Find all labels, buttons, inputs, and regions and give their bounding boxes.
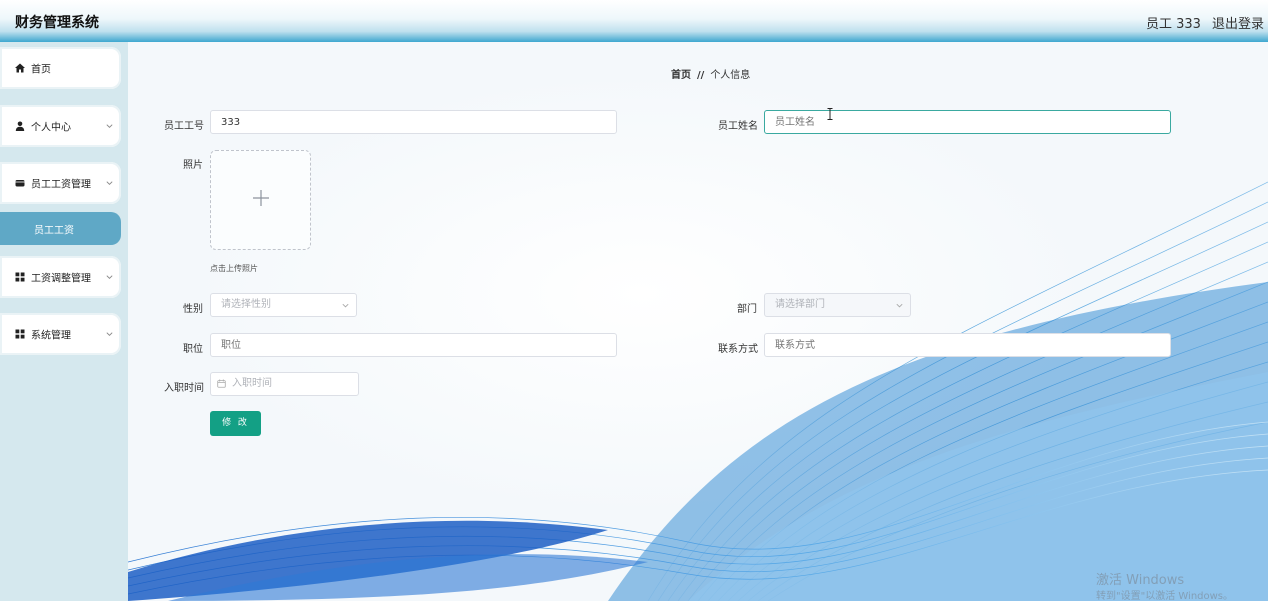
sidebar-item-label: 个人中心 — [31, 122, 71, 134]
photo-upload-tip: 点击上传照片 — [210, 264, 258, 273]
chevron-down-icon — [106, 275, 113, 279]
gender-select[interactable]: 请选择性别 — [210, 293, 357, 317]
calendar-icon — [217, 379, 226, 388]
sidebar: 首页 个人中心 员工工资管理 员工工资 工资调整管理 系统管理 — [0, 42, 128, 601]
sidebar-item-label: 首页 — [31, 64, 51, 76]
employee-name-input[interactable] — [764, 110, 1171, 134]
top-header: 财务管理系统 员工 333 退出登录 — [0, 0, 1268, 42]
text-cursor-icon — [827, 108, 833, 120]
contact-input[interactable] — [764, 333, 1171, 357]
chevron-down-icon — [896, 303, 903, 308]
windows-activation-watermark: 激活 Windows — [1096, 573, 1185, 588]
windows-activation-hint: 转到"设置"以激活 Windows。 — [1096, 591, 1234, 601]
sidebar-item-label: 员工工资管理 — [31, 179, 91, 191]
hire-date-picker[interactable]: 入职时间 — [210, 372, 359, 396]
wallet-icon — [15, 180, 25, 187]
sidebar-subitem-employee-salary[interactable]: 员工工资 — [0, 212, 121, 245]
sidebar-item-personal-center[interactable]: 个人中心 — [0, 105, 121, 147]
sidebar-item-label: 系统管理 — [31, 330, 71, 342]
chevron-down-icon — [342, 303, 349, 308]
position-label: 职位 — [183, 344, 203, 355]
sidebar-item-system-management[interactable]: 系统管理 — [0, 313, 121, 355]
employee-no-input[interactable] — [210, 110, 617, 134]
logout-link[interactable]: 退出登录 — [1212, 13, 1264, 32]
department-label: 部门 — [737, 304, 757, 315]
grid-icon — [15, 329, 25, 339]
sidebar-item-home[interactable]: 首页 — [0, 47, 121, 89]
plus-icon — [253, 190, 269, 206]
contact-label: 联系方式 — [718, 344, 758, 355]
sidebar-subitem-label: 员工工资 — [34, 225, 74, 236]
chevron-down-icon — [106, 332, 113, 336]
breadcrumb: 首页 // 个人信息 — [671, 66, 750, 81]
employee-name-label: 员工姓名 — [718, 121, 758, 132]
chevron-down-icon — [106, 181, 113, 185]
chevron-down-icon — [106, 124, 113, 128]
photo-upload[interactable] — [210, 150, 311, 250]
hire-date-label: 入职时间 — [164, 383, 204, 394]
home-icon — [15, 63, 25, 73]
sidebar-item-salary-adjustment[interactable]: 工资调整管理 — [0, 256, 121, 298]
grid-icon — [15, 272, 25, 282]
gender-label: 性别 — [183, 304, 203, 315]
department-select[interactable]: 请选择部门 — [764, 293, 911, 317]
breadcrumb-current: 个人信息 — [710, 70, 751, 81]
sidebar-item-label: 工资调整管理 — [31, 273, 91, 285]
edit-button[interactable]: 修 改 — [210, 411, 261, 436]
person-icon — [15, 121, 25, 131]
photo-label: 照片 — [183, 160, 203, 171]
position-input[interactable] — [210, 333, 617, 357]
sidebar-item-salary-management[interactable]: 员工工资管理 — [0, 162, 121, 204]
app-title: 财务管理系统 — [15, 15, 99, 31]
breadcrumb-home[interactable]: 首页 — [671, 70, 691, 81]
current-user-label: 员工 333 — [1146, 17, 1201, 32]
employee-no-label: 员工工号 — [164, 121, 204, 132]
breadcrumb-separator: // — [697, 70, 705, 81]
